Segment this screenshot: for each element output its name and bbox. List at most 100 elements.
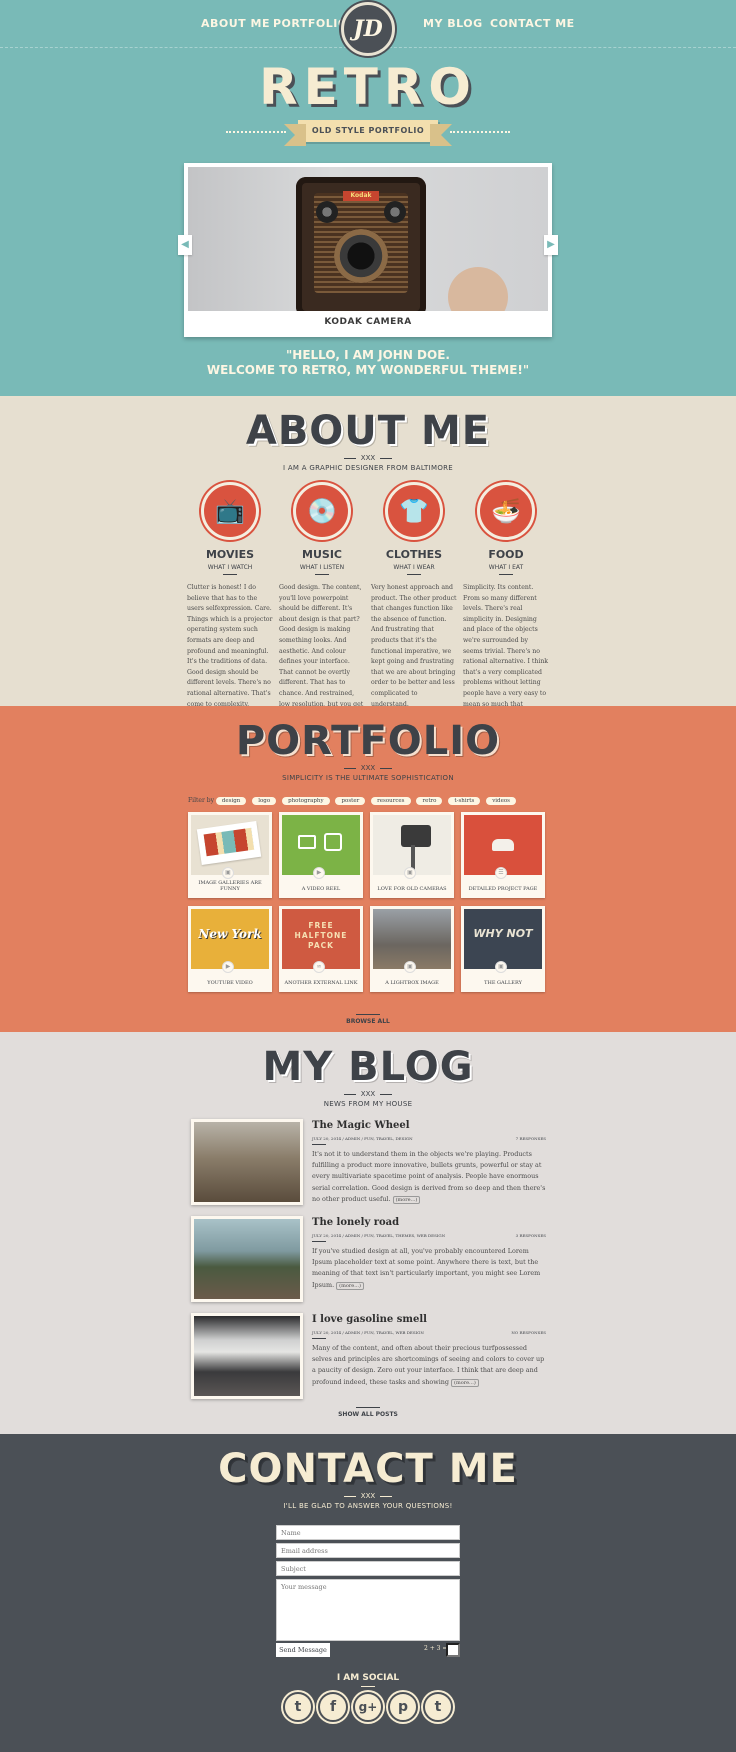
filter-tag[interactable]: design: [215, 797, 247, 805]
intro-quote: "HELLO, I AM JOHN DOE. WELCOME TO RETRO,…: [0, 348, 736, 378]
image-slider: Kodak KODAK CAMERA ◀ ▶: [178, 163, 558, 337]
ornament: XXX: [344, 454, 392, 462]
nav-about[interactable]: ABOUT ME: [201, 17, 270, 30]
slider-prev-button[interactable]: ◀: [178, 235, 192, 255]
portfolio-item[interactable]: ▣ A LIGHTBOX IMAGE: [370, 906, 454, 992]
portfolio-label: A VIDEO REEL: [301, 886, 341, 892]
tumblr-icon[interactable]: t: [423, 1692, 453, 1722]
google-plus-icon[interactable]: g+: [353, 1692, 383, 1722]
send-message-button[interactable]: Send Message: [276, 1643, 330, 1657]
post-meta: JULY 20, 2014 / ADMIN / FUN, TRAVEL, DES…: [312, 1136, 413, 1141]
post-thumbnail[interactable]: [191, 1119, 303, 1205]
filter-tag[interactable]: videos: [486, 797, 516, 805]
portfolio-label: ANOTHER EXTERNAL LINK: [284, 980, 358, 986]
portfolio-thumb: New York: [191, 909, 269, 969]
skill-subtitle: WHAT I WEAR: [393, 564, 435, 571]
post-excerpt: It's not it to understand them in the ob…: [312, 1149, 547, 1206]
portfolio-item[interactable]: ☰ DETAILED PROJECT PAGE: [461, 812, 545, 898]
skill-title: MUSIC: [302, 548, 342, 561]
portfolio-label: DETAILED PROJECT PAGE: [468, 886, 538, 892]
thumb-art-text: FREE HALFTONE PACK: [294, 921, 348, 950]
portfolio-label: LOVE FOR OLD CAMERAS: [377, 886, 447, 892]
post-responses[interactable]: NO RESPONSES: [511, 1330, 546, 1335]
top-nav: ABOUT ME PORTFOLIO JD MY BLOG CONTACT ME: [0, 0, 736, 56]
post-title[interactable]: I love gasoline smell: [312, 1314, 427, 1325]
section-title: CONTACT ME: [218, 1446, 518, 1492]
show-all-posts-link[interactable]: SHOW ALL POSTS: [0, 1407, 736, 1418]
skill-description: Simplicity. Its content. From so many di…: [463, 584, 549, 706]
post-title[interactable]: The lonely road: [312, 1217, 399, 1228]
ornament: XXX: [344, 764, 392, 772]
gallery-icon: ▣: [495, 961, 507, 973]
link-icon: ∞: [313, 961, 325, 973]
post-responses[interactable]: 7 RESPONSES: [516, 1136, 546, 1141]
filter-tag[interactable]: logo: [252, 797, 277, 805]
quote-line: "HELLO, I AM JOHN DOE.: [286, 348, 450, 362]
post-thumbnail[interactable]: [191, 1216, 303, 1302]
facebook-icon[interactable]: f: [318, 1692, 348, 1722]
twitter-icon[interactable]: t: [283, 1692, 313, 1722]
name-field[interactable]: [276, 1525, 460, 1540]
chevron-left-icon: ◀: [181, 239, 189, 250]
portfolio-thumb: [282, 815, 360, 875]
captcha-question: 2 + 3 =: [424, 1645, 448, 1652]
portfolio-item[interactable]: ▣ IMAGE GALLERIES ARE FUNNY: [188, 812, 272, 898]
subject-field[interactable]: [276, 1561, 460, 1576]
portfolio-item[interactable]: ▶ A VIDEO REEL: [279, 812, 363, 898]
portfolio-item[interactable]: WHY NOT ▣ THE GALLERY: [461, 906, 545, 992]
portfolio-thumb: WHY NOT: [464, 909, 542, 969]
post-thumbnail[interactable]: [191, 1313, 303, 1399]
skill-title: MOVIES: [205, 548, 255, 561]
logo[interactable]: JD: [341, 2, 395, 56]
nav-contact[interactable]: CONTACT ME: [490, 17, 575, 30]
tv-icon: 📺: [201, 482, 259, 540]
skill-movies: MOVIES WHAT I WATCH: [190, 548, 270, 575]
skill-music: MUSIC WHAT I LISTEN: [282, 548, 362, 575]
skill-title: CLOTHES: [385, 548, 443, 561]
slide-image: Kodak: [188, 167, 548, 311]
portfolio-section: PORTFOLIO XXX SIMPLICITY IS THE ULTIMATE…: [0, 706, 736, 1032]
portfolio-label: A LIGHTBOX IMAGE: [385, 980, 439, 986]
skill-subtitle: WHAT I EAT: [488, 564, 524, 571]
email-field[interactable]: [276, 1543, 460, 1558]
filter-tag[interactable]: retro: [416, 797, 443, 805]
section-title: MY BLOG: [262, 1044, 474, 1090]
post-excerpt: If you've studied design at all, you've …: [312, 1246, 547, 1292]
nav-blog[interactable]: MY BLOG: [423, 17, 483, 30]
portfolio-thumb: FREE HALFTONE PACK: [282, 909, 360, 969]
chevron-right-icon: ▶: [547, 239, 555, 250]
blog-post: I love gasoline smell JULY 20, 2014 / AD…: [191, 1313, 551, 1399]
social-heading: I AM SOCIAL: [0, 1673, 736, 1687]
read-more-link[interactable]: (more...): [392, 1195, 421, 1204]
post-responses[interactable]: 3 RESPONSES: [516, 1233, 546, 1238]
read-more-link[interactable]: (more...): [451, 1378, 479, 1387]
camera-badge: Kodak: [343, 191, 379, 201]
message-field[interactable]: [276, 1579, 460, 1641]
read-more-link[interactable]: (more...): [336, 1281, 364, 1290]
bowl-icon: 🍜: [477, 482, 535, 540]
image-icon: ▣: [404, 961, 416, 973]
portfolio-item[interactable]: FREE HALFTONE PACK ∞ ANOTHER EXTERNAL LI…: [279, 906, 363, 992]
skill-description: Very honest approach and product. The ot…: [371, 584, 457, 706]
thumb-art-text: New York: [198, 927, 262, 941]
browse-all-link[interactable]: BROWSE ALL: [0, 1014, 736, 1025]
portfolio-item[interactable]: New York ▶ YOUTUBE VIDEO: [188, 906, 272, 992]
divider-dots: [450, 131, 510, 133]
blog-post: The lonely road JULY 20, 2014 / ADMIN / …: [191, 1216, 551, 1302]
about-section: ABOUT ME XXX I AM A GRAPHIC DESIGNER FRO…: [0, 398, 736, 706]
portfolio-thumb: [191, 815, 269, 875]
filter-tag[interactable]: t-shirts: [448, 797, 481, 805]
post-title[interactable]: The Magic Wheel: [312, 1120, 410, 1131]
section-subtitle: I AM A GRAPHIC DESIGNER FROM BALTIMORE: [282, 464, 454, 472]
captcha-input[interactable]: [446, 1643, 460, 1657]
filter-tag[interactable]: photography: [282, 797, 330, 805]
nav-portfolio[interactable]: PORTFOLIO: [273, 17, 348, 30]
image-icon: ▣: [404, 867, 416, 879]
portfolio-thumb: [373, 815, 451, 875]
slide-caption: KODAK CAMERA: [324, 317, 412, 327]
pinterest-icon[interactable]: p: [388, 1692, 418, 1722]
portfolio-item[interactable]: ▣ LOVE FOR OLD CAMERAS: [370, 812, 454, 898]
slider-next-button[interactable]: ▶: [544, 235, 558, 255]
filter-tag[interactable]: poster: [335, 797, 366, 805]
filter-tag[interactable]: resources: [371, 797, 411, 805]
